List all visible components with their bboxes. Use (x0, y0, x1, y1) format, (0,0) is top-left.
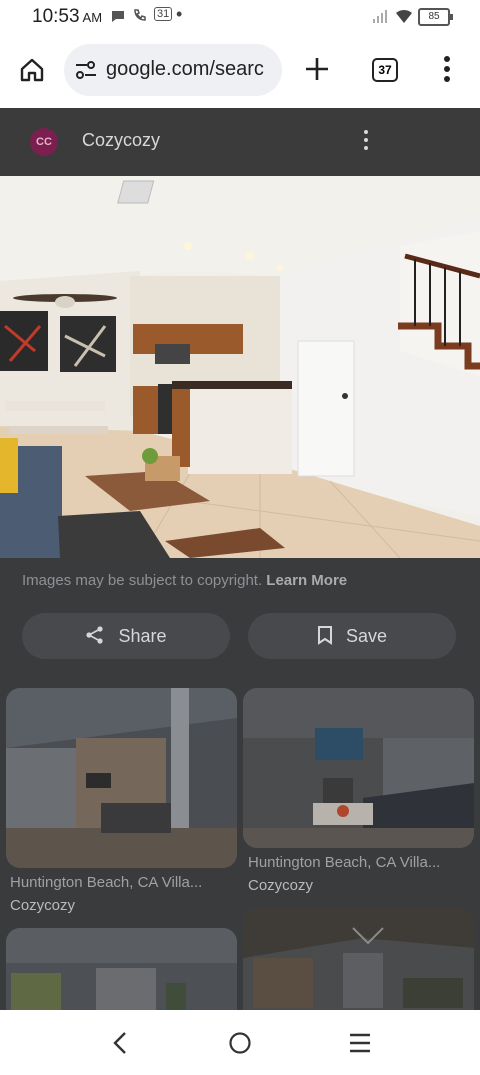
site-settings-icon[interactable] (74, 58, 98, 87)
room-thumbnail-4 (243, 908, 474, 1008)
save-label: Save (345, 626, 388, 646)
battery-icon: 85 (418, 8, 453, 26)
system-nav-bar (0, 1010, 480, 1075)
site-name[interactable]: Cozycozy (82, 130, 160, 151)
main-image[interactable] (0, 176, 480, 558)
phone-wifi-icon (132, 8, 148, 27)
recents-icon[interactable] (348, 1032, 372, 1059)
share-label: Share (118, 626, 167, 646)
signal-icon (372, 8, 390, 27)
calendar-icon: 31 (154, 7, 173, 21)
wifi-icon (395, 8, 413, 27)
learn-more-link[interactable]: Learn More (266, 572, 347, 589)
room-thumbnail-3 (6, 928, 237, 1010)
result-title[interactable]: Huntington Beach, CA Villa... (10, 874, 202, 891)
result-title[interactable]: Huntington Beach, CA Villa... (248, 854, 440, 871)
result-thumbnail[interactable] (243, 908, 474, 1010)
image-viewer-header: CC Cozycozy (0, 108, 480, 176)
url-text: google.com/searc (106, 58, 264, 80)
room-photo (0, 176, 480, 558)
address-bar[interactable]: google.com/searc (64, 44, 282, 96)
status-bar: 10:53 AM 31 • 85 (0, 0, 480, 36)
living-room-thumbnail (6, 688, 237, 868)
share-button[interactable]: Share (22, 613, 230, 659)
save-button[interactable]: Save (248, 613, 456, 659)
result-thumbnail[interactable] (6, 688, 237, 868)
results-panel: Images may be subject to copyright. Lear… (0, 558, 480, 1010)
home-nav-icon[interactable] (228, 1031, 252, 1060)
more-menu-icon[interactable] (444, 56, 450, 87)
back-icon[interactable] (110, 1030, 130, 1061)
tab-switcher-button[interactable]: 37 (372, 58, 398, 82)
viewer-menu-icon[interactable] (364, 130, 370, 154)
site-avatar[interactable]: CC (30, 128, 58, 156)
result-thumbnail[interactable] (6, 928, 237, 1010)
dot-icon: • (176, 4, 183, 24)
result-thumbnail[interactable] (243, 688, 474, 848)
chat-icon (110, 8, 126, 27)
new-tab-icon[interactable] (303, 55, 331, 88)
copyright-notice: Images may be subject to copyright. Lear… (22, 572, 348, 589)
browser-toolbar: google.com/searc 37 (0, 36, 480, 108)
clock: 10:53 AM (32, 6, 103, 27)
result-source: Cozycozy (248, 877, 314, 894)
result-source: Cozycozy (10, 897, 76, 914)
home-icon[interactable] (18, 56, 46, 89)
share-icon (85, 626, 110, 646)
lounge-thumbnail (243, 688, 474, 848)
bookmark-icon (317, 626, 338, 646)
